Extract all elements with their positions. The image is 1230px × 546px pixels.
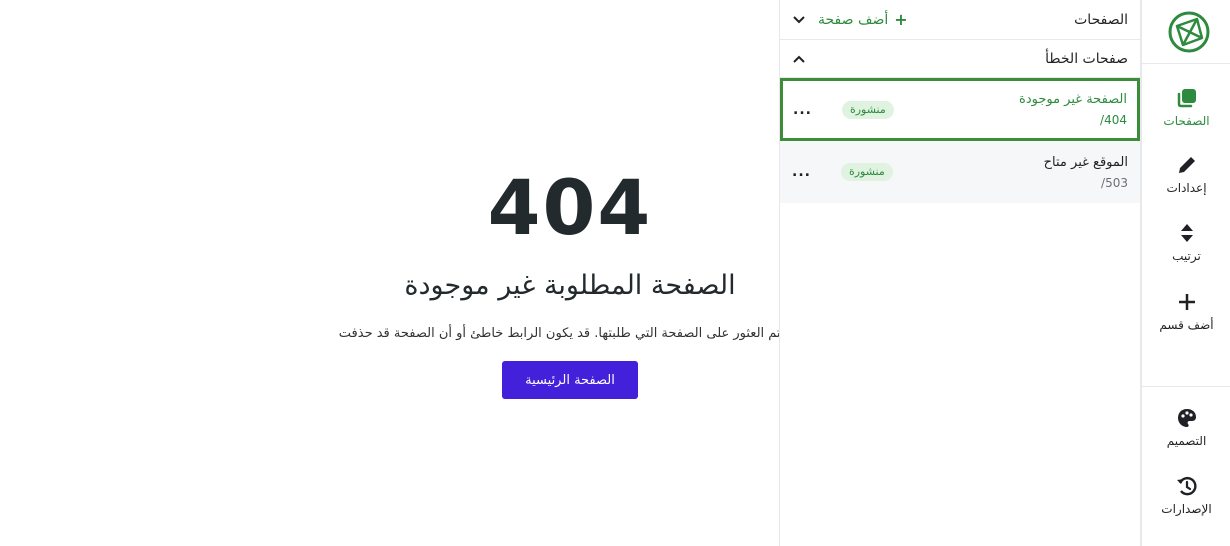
rail-item-label: الصفحات: [1163, 114, 1210, 128]
rail-divider: [1142, 63, 1230, 64]
page-name: الموقع غير متاح: [1043, 154, 1128, 170]
add-page-button[interactable]: + أضف صفحة: [818, 10, 908, 29]
page-row-unavailable[interactable]: الموقع غير متاح /503 ... منشورة: [780, 141, 1140, 203]
rail-item-label: التصميم: [1166, 434, 1207, 448]
sort-icon: [1175, 221, 1199, 245]
rail-item-pages[interactable]: الصفحات: [1142, 86, 1230, 128]
editor-app: 404 الصفحة المطلوبة غير موجودة لم يتم ال…: [0, 0, 1230, 546]
more-options-icon[interactable]: ...: [793, 102, 812, 118]
logo-icon[interactable]: [1167, 10, 1211, 54]
plus-icon: +: [894, 10, 908, 29]
error-pages-section-header[interactable]: صفحات الخطأ: [780, 40, 1140, 78]
page-name: الصفحة غير موجودة: [1019, 92, 1127, 107]
pages-panel: الصفحات + أضف صفحة صفحات الخطأ الصفحة غي…: [779, 0, 1141, 546]
page-preview: 404 الصفحة المطلوبة غير موجودة لم يتم ال…: [0, 0, 780, 546]
page-path: /503: [1101, 175, 1128, 190]
add-page-label: أضف صفحة: [818, 11, 889, 28]
more-options-icon[interactable]: ...: [792, 164, 811, 180]
rail-divider: [1142, 386, 1230, 387]
pages-panel-title: الصفحات: [1074, 11, 1128, 28]
rail-item-add-section[interactable]: أضف قسم: [1142, 290, 1230, 332]
page-row-not-found[interactable]: الصفحة غير موجودة /404 ... منشورة: [780, 78, 1140, 141]
rail-item-label: إعدادات: [1166, 181, 1207, 195]
rail-item-settings[interactable]: إعدادات: [1142, 153, 1230, 195]
history-icon: [1175, 474, 1199, 498]
pages-icon: [1175, 86, 1199, 110]
rail-item-design[interactable]: التصميم: [1142, 406, 1230, 448]
error-pages-section-title: صفحات الخطأ: [1045, 50, 1128, 67]
home-page-button[interactable]: الصفحة الرئيسية: [502, 361, 638, 399]
rail-item-label: الإصدارات: [1161, 502, 1212, 516]
page-row-actions: ... منشورة: [793, 100, 894, 119]
status-badge: منشورة: [841, 100, 894, 119]
status-badge: منشورة: [840, 163, 893, 181]
rail-item-label: ترتيب: [1172, 249, 1201, 263]
pages-panel-header: الصفحات + أضف صفحة: [780, 0, 1140, 40]
error-title: الصفحة المطلوبة غير موجودة: [404, 270, 736, 301]
rail-item-label: أضف قسم: [1159, 318, 1214, 332]
rail-item-versions[interactable]: الإصدارات: [1142, 474, 1230, 516]
palette-icon: [1175, 406, 1199, 430]
pencil-icon: [1175, 153, 1199, 177]
error-description: لم يتم العثور على الصفحة التي طلبتها. قد…: [338, 326, 780, 341]
chevron-down-icon[interactable]: [792, 13, 806, 27]
plus-icon: [1175, 290, 1199, 314]
page-info: الموقع غير متاح /503: [1044, 155, 1128, 190]
chevron-up-icon[interactable]: [792, 52, 806, 66]
page-path: /404: [1100, 113, 1127, 127]
editor-rail: الصفحات إعدادات ترتيب أضف قسم التصميم ال…: [1141, 0, 1230, 546]
page-info: الصفحة غير موجودة /404: [1019, 92, 1127, 127]
page-row-actions: ... منشورة: [792, 163, 893, 181]
rail-item-sort[interactable]: ترتيب: [1142, 221, 1230, 263]
panel-header-actions: + أضف صفحة: [792, 10, 908, 29]
error-code: 404: [487, 163, 653, 252]
